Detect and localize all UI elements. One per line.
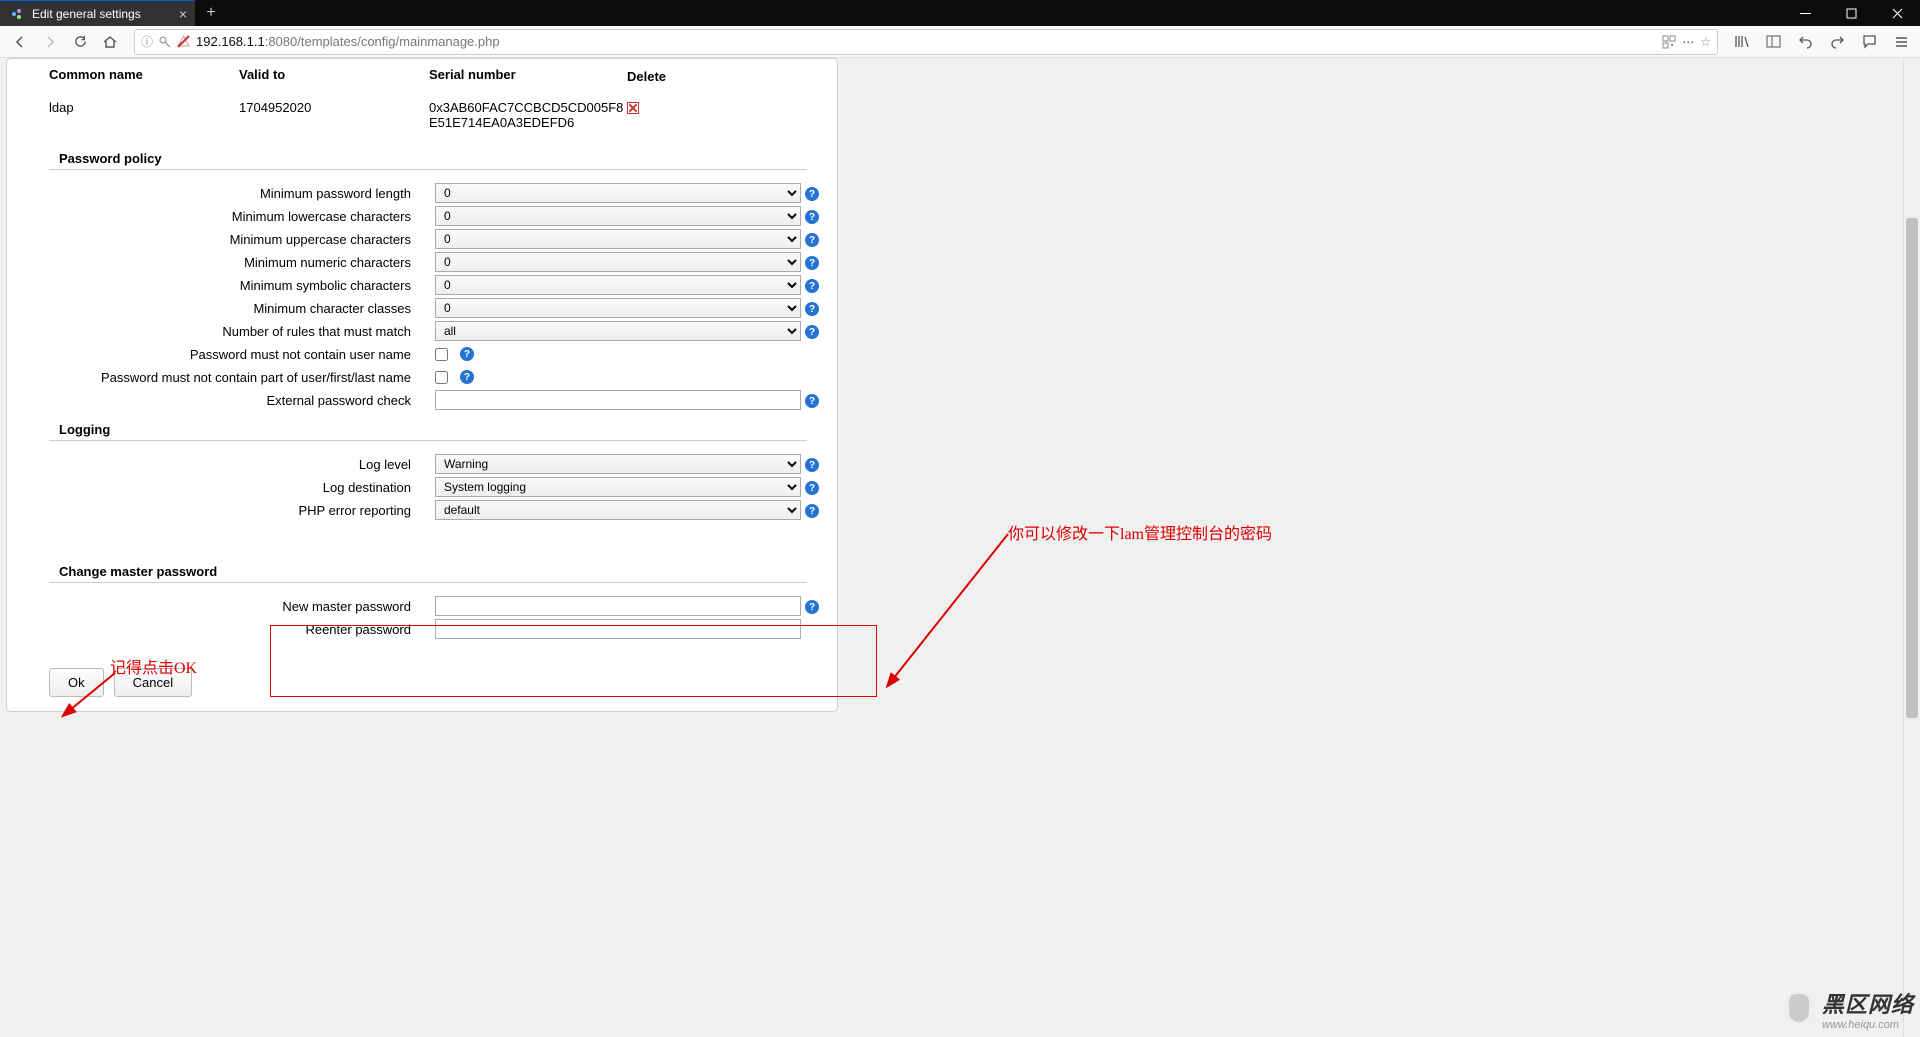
annotation-highlight-box [270,625,877,697]
label-rules-match: Number of rules that must match [7,324,435,339]
menu-icon[interactable] [1888,28,1914,56]
label-log-dest: Log destination [7,480,435,495]
browser-tab[interactable]: Edit general settings × [0,0,195,26]
label-no-username: Password must not contain user name [7,347,435,362]
help-icon[interactable]: ? [805,279,819,293]
permission-icon [159,36,171,48]
label-no-userpart: Password must not contain part of user/f… [7,370,435,385]
help-icon[interactable]: ? [805,504,819,518]
annotation-arrow-right-icon [878,524,1018,694]
qr-icon[interactable] [1662,35,1676,49]
label-min-num: Minimum numeric characters [7,255,435,270]
tab-favicon-icon [10,7,24,21]
label-min-lower: Minimum lowercase characters [7,209,435,224]
help-icon[interactable]: ? [805,394,819,408]
undo-icon[interactable] [1792,28,1818,56]
help-icon[interactable]: ? [460,347,474,361]
annotation-text-left: 记得点击OK [110,654,197,678]
window-close-icon[interactable] [1874,0,1920,26]
col-header-name: Common name [49,67,239,84]
col-header-valid: Valid to [239,67,429,84]
watermark-logo-icon [1782,992,1816,1026]
select-min-upper[interactable]: 0 [435,229,801,249]
cert-serial: 0x3AB60FAC7CCBCD5CD005F8E51E714EA0A3EDEF… [429,100,627,130]
reload-button[interactable] [66,28,94,56]
col-header-delete: Delete [627,67,677,84]
label-min-sym: Minimum symbolic characters [7,278,435,293]
blocked-icon [177,35,190,48]
window-controls [1782,0,1920,26]
info-icon: ⓘ [141,33,153,50]
select-min-sym[interactable]: 0 [435,275,801,295]
help-icon[interactable]: ? [805,458,819,472]
watermark-title: 黑区网络 [1822,987,1914,1019]
select-min-len[interactable]: 0 [435,183,801,203]
cert-name: ldap [49,100,239,130]
cert-valid: 1704952020 [239,100,429,130]
help-icon[interactable]: ? [460,370,474,384]
input-new-master[interactable] [435,596,801,616]
help-icon[interactable]: ? [805,187,819,201]
url-text: 192.168.1.1:8080/templates/config/mainma… [196,34,1656,49]
sidebar-icon[interactable] [1760,28,1786,56]
help-icon[interactable]: ? [805,302,819,316]
select-min-lower[interactable]: 0 [435,206,801,226]
label-min-len: Minimum password length [7,186,435,201]
tab-close-icon[interactable]: × [179,6,187,22]
section-change-master: Change master password [49,561,807,583]
checkbox-no-userpart[interactable] [435,371,448,384]
browser-toolbar: ⓘ 192.168.1.1:8080/templates/config/main… [0,26,1920,58]
label-min-upper: Minimum uppercase characters [7,232,435,247]
table-row: ldap 1704952020 0x3AB60FAC7CCBCD5CD005F8… [49,100,807,130]
browser-titlebar: Edit general settings × + [0,0,1920,26]
settings-panel: Common name Valid to Serial number Delet… [6,58,838,712]
help-icon[interactable]: ? [805,600,819,614]
select-min-class[interactable]: 0 [435,298,801,318]
chat-icon[interactable] [1856,28,1882,56]
label-ext-check: External password check [7,393,435,408]
label-log-level: Log level [7,457,435,472]
label-php-err: PHP error reporting [7,503,435,518]
maximize-icon[interactable] [1828,0,1874,26]
new-tab-button[interactable]: + [195,0,227,26]
delete-cert-icon[interactable] [627,102,639,114]
label-new-master: New master password [7,599,435,614]
help-icon[interactable]: ? [805,210,819,224]
section-logging: Logging [49,419,807,441]
select-php-err[interactable]: default [435,500,801,520]
home-button[interactable] [96,28,124,56]
minimize-icon[interactable] [1782,0,1828,26]
col-header-serial: Serial number [429,67,627,84]
library-icon[interactable] [1728,28,1754,56]
select-rules-match[interactable]: all [435,321,801,341]
select-log-level[interactable]: Warning [435,454,801,474]
help-icon[interactable]: ? [805,325,819,339]
help-icon[interactable]: ? [805,481,819,495]
checkbox-no-username[interactable] [435,348,448,361]
watermark: 黑区网络 www.heiqu.com [1782,987,1914,1031]
input-ext-check[interactable] [435,390,801,410]
select-log-dest[interactable]: System logging [435,477,801,497]
help-icon[interactable]: ? [805,256,819,270]
watermark-url: www.heiqu.com [1822,1019,1914,1031]
redo-icon[interactable] [1824,28,1850,56]
section-password-policy: Password policy [49,148,807,170]
label-min-class: Minimum character classes [7,301,435,316]
tab-title: Edit general settings [32,7,171,21]
help-icon[interactable]: ? [805,233,819,247]
bookmark-icon[interactable]: ☆ [1700,35,1711,49]
select-min-num[interactable]: 0 [435,252,801,272]
forward-button[interactable] [36,28,64,56]
more-icon[interactable]: ⋯ [1682,35,1694,49]
vertical-scrollbar[interactable] [1903,58,1920,1037]
certificate-table: Common name Valid to Serial number Delet… [7,59,837,148]
annotation-text-right: 你可以修改一下lam管理控制台的密码 [1008,520,1272,544]
back-button[interactable] [6,28,34,56]
url-bar[interactable]: ⓘ 192.168.1.1:8080/templates/config/main… [134,29,1718,55]
